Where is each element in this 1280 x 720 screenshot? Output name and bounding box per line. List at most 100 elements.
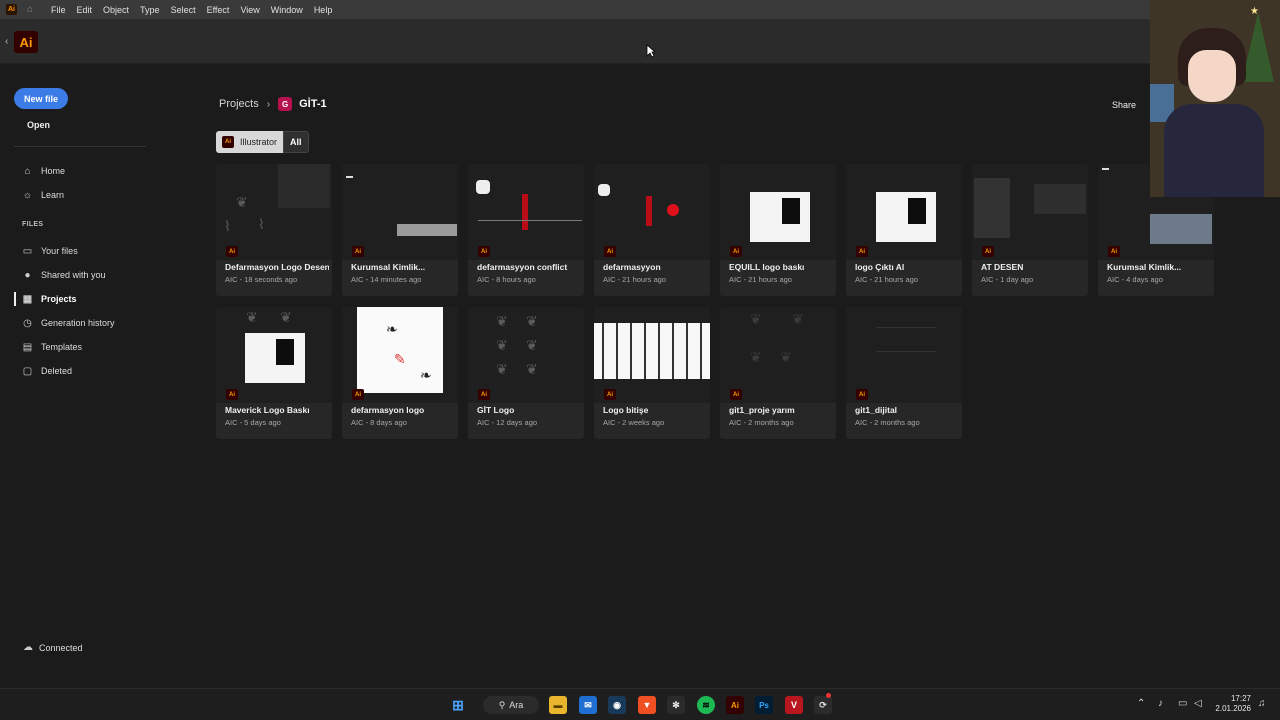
files-section-heading: FILES — [22, 221, 44, 228]
projects-icon: ▦ — [22, 293, 33, 305]
taskbar-search[interactable]: ⚲ Ara — [483, 696, 539, 714]
file-card[interactable]: Ai defarmasyyon conflict AIC - 8 hours a… — [468, 164, 584, 296]
new-file-button[interactable]: New file — [14, 88, 68, 109]
file-meta: AIC - 12 days ago — [477, 418, 538, 427]
file-card[interactable]: ❦ ❦ Ai Maverick Logo Baskı AIC - 5 days a… — [216, 307, 332, 439]
file-meta: AIC - 1 day ago — [981, 275, 1034, 284]
menu-bar: Ai ⌂ File Edit Object Type Select Effect… — [0, 0, 1150, 19]
file-card[interactable]: ❦ ⌇ ⌇ Ai Defarmasyon Logo Desen AIC - 18 s… — [216, 164, 332, 296]
illustrator-logo[interactable]: Ai — [14, 31, 38, 53]
sidebar-item-label: Deleted — [41, 366, 73, 376]
illustrator-taskbar-icon[interactable]: Ai — [726, 696, 744, 714]
menu-view[interactable]: View — [240, 5, 259, 15]
sidebar-item-templates[interactable]: ▤ Templates — [22, 339, 82, 355]
file-meta: AIC - 21 hours ago — [603, 275, 666, 284]
volume-icon[interactable]: ◁ — [1194, 698, 1202, 709]
chevron-right-icon: › — [266, 98, 271, 110]
file-card[interactable]: Ai AT DESEN AIC - 1 day ago — [972, 164, 1088, 296]
file-meta: AIC - 21 hours ago — [729, 275, 792, 284]
illustrator-icon: Ai — [856, 389, 868, 400]
sidebar-item-label: Projects — [41, 294, 77, 304]
illustrator-icon: Ai — [478, 246, 490, 257]
file-explorer-icon[interactable]: ▬ — [549, 696, 567, 714]
sidebar-item-generation-history[interactable]: ◷ Generation history — [22, 315, 115, 331]
bulb-icon: ☼ — [22, 189, 33, 201]
menu-effect[interactable]: Effect — [207, 5, 230, 15]
breadcrumb: Projects › G GİT-1 — [219, 97, 327, 111]
menu-window[interactable]: Window — [271, 5, 303, 15]
menu-edit[interactable]: Edit — [77, 5, 93, 15]
breadcrumb-projects[interactable]: Projects — [219, 98, 259, 110]
file-icon: ▭ — [22, 245, 33, 257]
illustrator-icon: Ai — [478, 389, 490, 400]
illustrator-icon: Ai — [226, 389, 238, 400]
illustrator-icon: Ai — [856, 246, 868, 257]
filter-illustrator[interactable]: Ai Illustrator — [216, 131, 284, 153]
christmas-tree-image — [1242, 12, 1274, 82]
back-chevron-icon[interactable]: ‹ — [5, 36, 8, 47]
sidebar-item-label: Shared with you — [41, 270, 106, 280]
notification-bell-icon[interactable]: ♫ — [1258, 698, 1266, 709]
file-name: git1_proje yarım — [729, 405, 795, 415]
file-card[interactable]: Ai Logo bitişe AIC - 2 weeks ago — [594, 307, 710, 439]
chevron-up-icon[interactable]: ⌃ — [1137, 698, 1145, 709]
taskbar-search-label: Ara — [509, 700, 524, 710]
sidebar-item-label: Generation history — [41, 318, 115, 328]
sidebar-item-projects[interactable]: ▦ Projects — [22, 291, 77, 307]
chatgpt-icon[interactable]: ✻ — [667, 696, 685, 714]
app-icon[interactable]: ⟳ — [814, 696, 832, 714]
sidebar-item-learn[interactable]: ☼ Learn — [22, 187, 64, 203]
file-name: defarmasyyon — [603, 262, 661, 272]
menu-object[interactable]: Object — [103, 5, 129, 15]
file-meta: AIC - 21 hours ago — [855, 275, 918, 284]
menu-select[interactable]: Select — [171, 5, 196, 15]
microphone-icon[interactable]: ♪ — [1158, 698, 1163, 709]
file-meta: AIC - 18 seconds ago — [225, 275, 298, 284]
valorant-icon[interactable]: V — [785, 696, 803, 714]
history-icon: ◷ — [23, 317, 32, 329]
app-header: ‹ Ai — [0, 19, 1150, 64]
active-indicator — [14, 292, 16, 306]
outlook-icon[interactable]: ✉ — [579, 696, 597, 714]
sidebar-item-label: Your files — [41, 246, 78, 256]
brave-icon[interactable]: ▼ — [638, 696, 656, 714]
illustrator-icon: Ai — [1108, 246, 1120, 257]
taskbar-clock[interactable]: 17:27 2.01.2026 — [1213, 694, 1251, 714]
file-name: Maverick Logo Baskı — [225, 405, 310, 415]
windows-start-icon[interactable]: ⊞ — [449, 696, 467, 714]
file-card[interactable]: Ai defarmasyyon AIC - 21 hours ago — [594, 164, 710, 296]
illustrator-icon: Ai — [226, 246, 238, 257]
spotify-icon[interactable]: ≋ — [697, 696, 715, 714]
menu-file[interactable]: File — [51, 5, 66, 15]
photoshop-icon[interactable]: Ps — [755, 696, 773, 714]
file-meta: AIC - 14 minutes ago — [351, 275, 422, 284]
file-name: git1_dijital — [855, 405, 898, 415]
file-card[interactable]: ❦ ❦ ❦ ❦ ❦ ❦ Ai GİT Logo AIC - 12 days ago — [468, 307, 584, 439]
home-icon[interactable]: ⌂ — [27, 4, 37, 15]
file-meta: AIC - 5 days ago — [225, 418, 281, 427]
file-card[interactable]: Ai logo Çıktı Al AIC - 21 hours ago — [846, 164, 962, 296]
file-card[interactable]: Ai EQUILL logo baskı AIC - 21 hours ago — [720, 164, 836, 296]
network-icon[interactable]: ▭ — [1178, 698, 1187, 709]
filter-all[interactable]: All — [283, 131, 309, 153]
sidebar-item-your-files[interactable]: ▭ Your files — [22, 243, 78, 259]
illustrator-icon: Ai — [982, 246, 994, 257]
file-name: defarmasyon logo — [351, 405, 425, 415]
illustrator-icon: Ai — [352, 389, 364, 400]
file-card[interactable]: Ai Kurumsal Kimlik... AIC - 14 minutes a… — [342, 164, 458, 296]
menu-help[interactable]: Help — [314, 5, 333, 15]
sidebar-divider — [14, 146, 146, 147]
sidebar-item-shared[interactable]: ● Shared with you — [22, 267, 106, 283]
file-card[interactable]: ❦ ❦ ❦ ❦ Ai git1_proje yarım AIC - 2 months… — [720, 307, 836, 439]
sidebar-item-home[interactable]: ⌂ Home — [22, 163, 65, 179]
file-card[interactable]: ❧ ✎ ❧ Ai defarmasyon logo AIC - 8 days ago — [342, 307, 458, 439]
sidebar-item-deleted[interactable]: ▢ Deleted — [22, 363, 72, 379]
file-card[interactable]: Ai git1_dijital AIC - 2 months ago — [846, 307, 962, 439]
steam-icon[interactable]: ◉ — [608, 696, 626, 714]
template-icon: ▤ — [22, 341, 33, 353]
open-button[interactable]: Open — [27, 120, 50, 130]
menu-type[interactable]: Type — [140, 5, 160, 15]
share-button[interactable]: Share — [1112, 100, 1136, 110]
notification-dot — [826, 693, 831, 698]
webcam-overlay: ★ — [1150, 0, 1280, 197]
